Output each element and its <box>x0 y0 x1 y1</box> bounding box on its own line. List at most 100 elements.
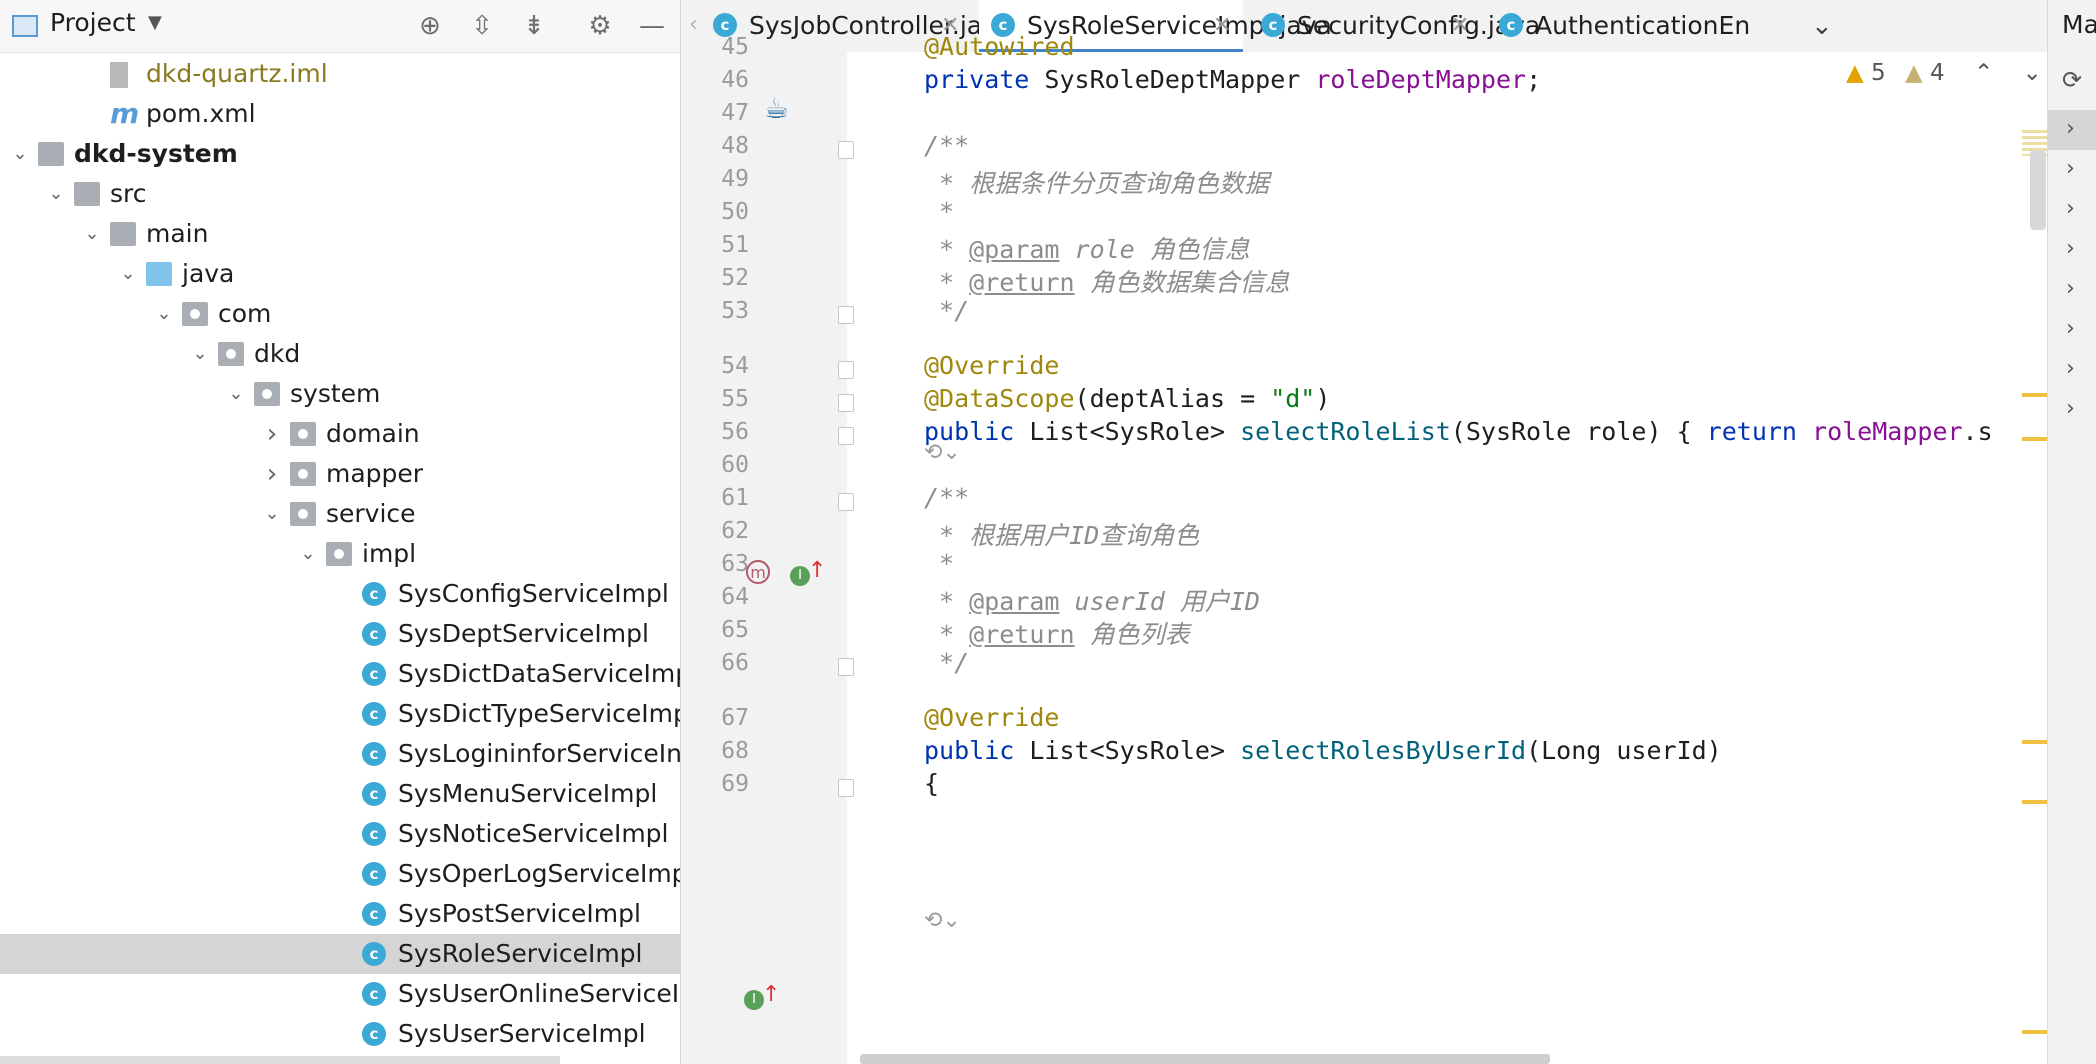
project-view-title[interactable]: Project <box>50 8 136 37</box>
fold-marker-icon[interactable] <box>838 394 854 412</box>
tree-node[interactable]: ⌄ system <box>0 374 680 414</box>
editor-tab[interactable]: c SecurityConfig.java ✕ <box>1249 0 1540 52</box>
chevron-down-icon[interactable]: ⌄ <box>188 334 212 374</box>
refresh-icon[interactable]: ⟳ <box>2062 66 2082 94</box>
close-icon[interactable]: ✕ <box>1213 0 1231 52</box>
editor-hscroll[interactable] <box>860 1054 1550 1064</box>
fold-marker-icon[interactable] <box>838 493 854 511</box>
chevron-right-icon[interactable]: › <box>2066 236 2075 261</box>
code-token: List<SysRole> <box>1029 736 1241 765</box>
tree-node[interactable]: c SysUserServiceImpl <box>0 1014 680 1054</box>
line-number: 65 <box>721 617 749 643</box>
chevron-down-icon[interactable]: ⌄ <box>296 534 320 574</box>
chevron-down-icon[interactable]: ⌄ <box>224 374 248 414</box>
tree-node[interactable]: ⌄ main <box>0 214 680 254</box>
warning-stripe-mark[interactable] <box>2022 393 2048 397</box>
warning-stripe-mark[interactable] <box>2022 740 2048 744</box>
locate-icon[interactable]: ⊕ <box>414 10 446 42</box>
code-line: @Autowired <box>924 32 1075 61</box>
fold-marker-icon[interactable] <box>838 658 854 676</box>
tree-node[interactable]: c SysRoleServiceImpl <box>0 934 680 974</box>
tree-node[interactable]: c SysNoticeServiceImpl <box>0 814 680 854</box>
project-view-icon[interactable] <box>12 15 38 37</box>
tree-node[interactable]: ⌄ java <box>0 254 680 294</box>
tree-node[interactable]: c SysLogininforServiceIn <box>0 734 680 774</box>
ai-assist-icon[interactable]: ⟲⌄ <box>924 440 961 465</box>
tree-node[interactable]: c SysUserOnlineServiceI <box>0 974 680 1014</box>
editor-tab[interactable]: c AuthenticationEn ⌄ <box>1487 0 1847 52</box>
warning-stripe-mark[interactable] <box>2022 800 2048 804</box>
tabs-dropdown-icon[interactable]: ⌄ <box>1811 0 1833 52</box>
chevron-down-icon[interactable]: ⌄ <box>116 254 140 294</box>
fold-marker-icon[interactable] <box>838 779 854 797</box>
tree-node[interactable]: › mapper <box>0 454 680 494</box>
folder-icon <box>74 182 100 206</box>
expand-all-icon[interactable]: ⇳ <box>466 10 498 42</box>
next-highlight-icon[interactable]: ⌄ <box>2023 60 2042 86</box>
chevron-down-icon[interactable]: ⌄ <box>44 174 68 214</box>
chevron-down-icon[interactable]: ⌄ <box>260 494 284 534</box>
tree-node[interactable]: ⌄ dkd-system <box>0 134 680 174</box>
chevron-right-icon[interactable]: › <box>260 414 284 454</box>
package-icon <box>218 342 244 366</box>
tree-node[interactable]: ⌄ src <box>0 174 680 214</box>
weak-warning-icon: ▲ <box>1904 60 1923 86</box>
warning-stripe-mark[interactable] <box>2022 1030 2048 1034</box>
package-icon <box>290 422 316 446</box>
hide-panel-icon[interactable]: — <box>636 10 668 42</box>
chevron-right-icon[interactable]: › <box>2066 396 2075 421</box>
gear-icon[interactable]: ⚙ <box>584 10 616 42</box>
tree-node[interactable]: m pom.xml <box>0 94 680 134</box>
maven-icon: m <box>110 97 140 130</box>
inspections-widget[interactable]: ▲ 5 ▲ 4 ⌃ ⌄ <box>1846 60 2042 100</box>
code-editor[interactable] <box>847 52 2047 1064</box>
tree-node[interactable]: ⌄ impl <box>0 534 680 574</box>
chevron-right-icon[interactable]: › <box>2066 116 2075 141</box>
fold-marker-icon[interactable] <box>838 306 854 324</box>
tree-node[interactable]: ⌄ service <box>0 494 680 534</box>
module-icon <box>38 142 64 166</box>
chevron-right-icon[interactable]: › <box>2066 196 2075 221</box>
chevron-down-icon[interactable]: ⌄ <box>8 134 32 174</box>
spring-bean-icon[interactable]: ☕ <box>764 92 789 125</box>
right-tab-cut[interactable]: Ma <box>2062 10 2096 39</box>
tree-node[interactable]: › domain <box>0 414 680 454</box>
line-number: 46 <box>721 67 749 93</box>
fold-marker-icon[interactable] <box>838 141 854 159</box>
warning-stripe-mark[interactable] <box>2022 437 2048 441</box>
implements-icon[interactable]: I <box>744 990 764 1010</box>
chevron-down-icon[interactable]: ⌄ <box>80 214 104 254</box>
chevron-right-icon[interactable]: › <box>2066 356 2075 381</box>
tree-node[interactable]: c SysPostServiceImpl <box>0 894 680 934</box>
ai-assist-icon[interactable]: ⟲⌄ <box>924 908 961 933</box>
tree-node[interactable]: c SysMenuServiceImpl <box>0 774 680 814</box>
chevron-down-icon[interactable]: ⌄ <box>152 294 176 334</box>
implements-icon[interactable]: I <box>790 566 810 586</box>
fold-marker-icon[interactable] <box>838 361 854 379</box>
editor-scrollbar[interactable] <box>2030 150 2046 230</box>
tree-node[interactable]: ⌄ com <box>0 294 680 334</box>
chevron-right-icon[interactable]: › <box>2066 276 2075 301</box>
collapse-all-icon[interactable]: ⇟ <box>518 10 550 42</box>
tree-node[interactable]: c SysOperLogServiceImp <box>0 854 680 894</box>
weak-warning-count: 4 <box>1929 60 1945 86</box>
method-override-icon[interactable]: m <box>746 560 770 584</box>
chevron-right-icon[interactable]: › <box>2066 316 2075 341</box>
chevron-right-icon[interactable]: › <box>260 454 284 494</box>
tree-hscroll[interactable] <box>0 1056 560 1064</box>
chevron-down-icon[interactable]: ▼ <box>148 12 162 33</box>
tree-node[interactable]: dkd-quartz.iml <box>0 54 680 94</box>
tree-node[interactable]: c SysDictTypeServiceImp <box>0 694 680 734</box>
chevron-right-icon[interactable]: › <box>2066 156 2075 181</box>
close-icon[interactable]: ✕ <box>1451 0 1469 52</box>
tree-node[interactable]: c SysConfigServiceImpl <box>0 574 680 614</box>
java-class-icon: c <box>362 702 386 726</box>
fold-marker-icon[interactable] <box>838 427 854 445</box>
package-icon <box>254 382 280 406</box>
line-number: 66 <box>721 650 749 676</box>
tree-node[interactable]: c SysDeptServiceImpl <box>0 614 680 654</box>
line-number: 51 <box>721 232 749 258</box>
tree-node[interactable]: c SysDictDataServiceImp <box>0 654 680 694</box>
tree-node[interactable]: ⌄ dkd <box>0 334 680 374</box>
previous-highlight-icon[interactable]: ⌃ <box>1974 60 1993 86</box>
